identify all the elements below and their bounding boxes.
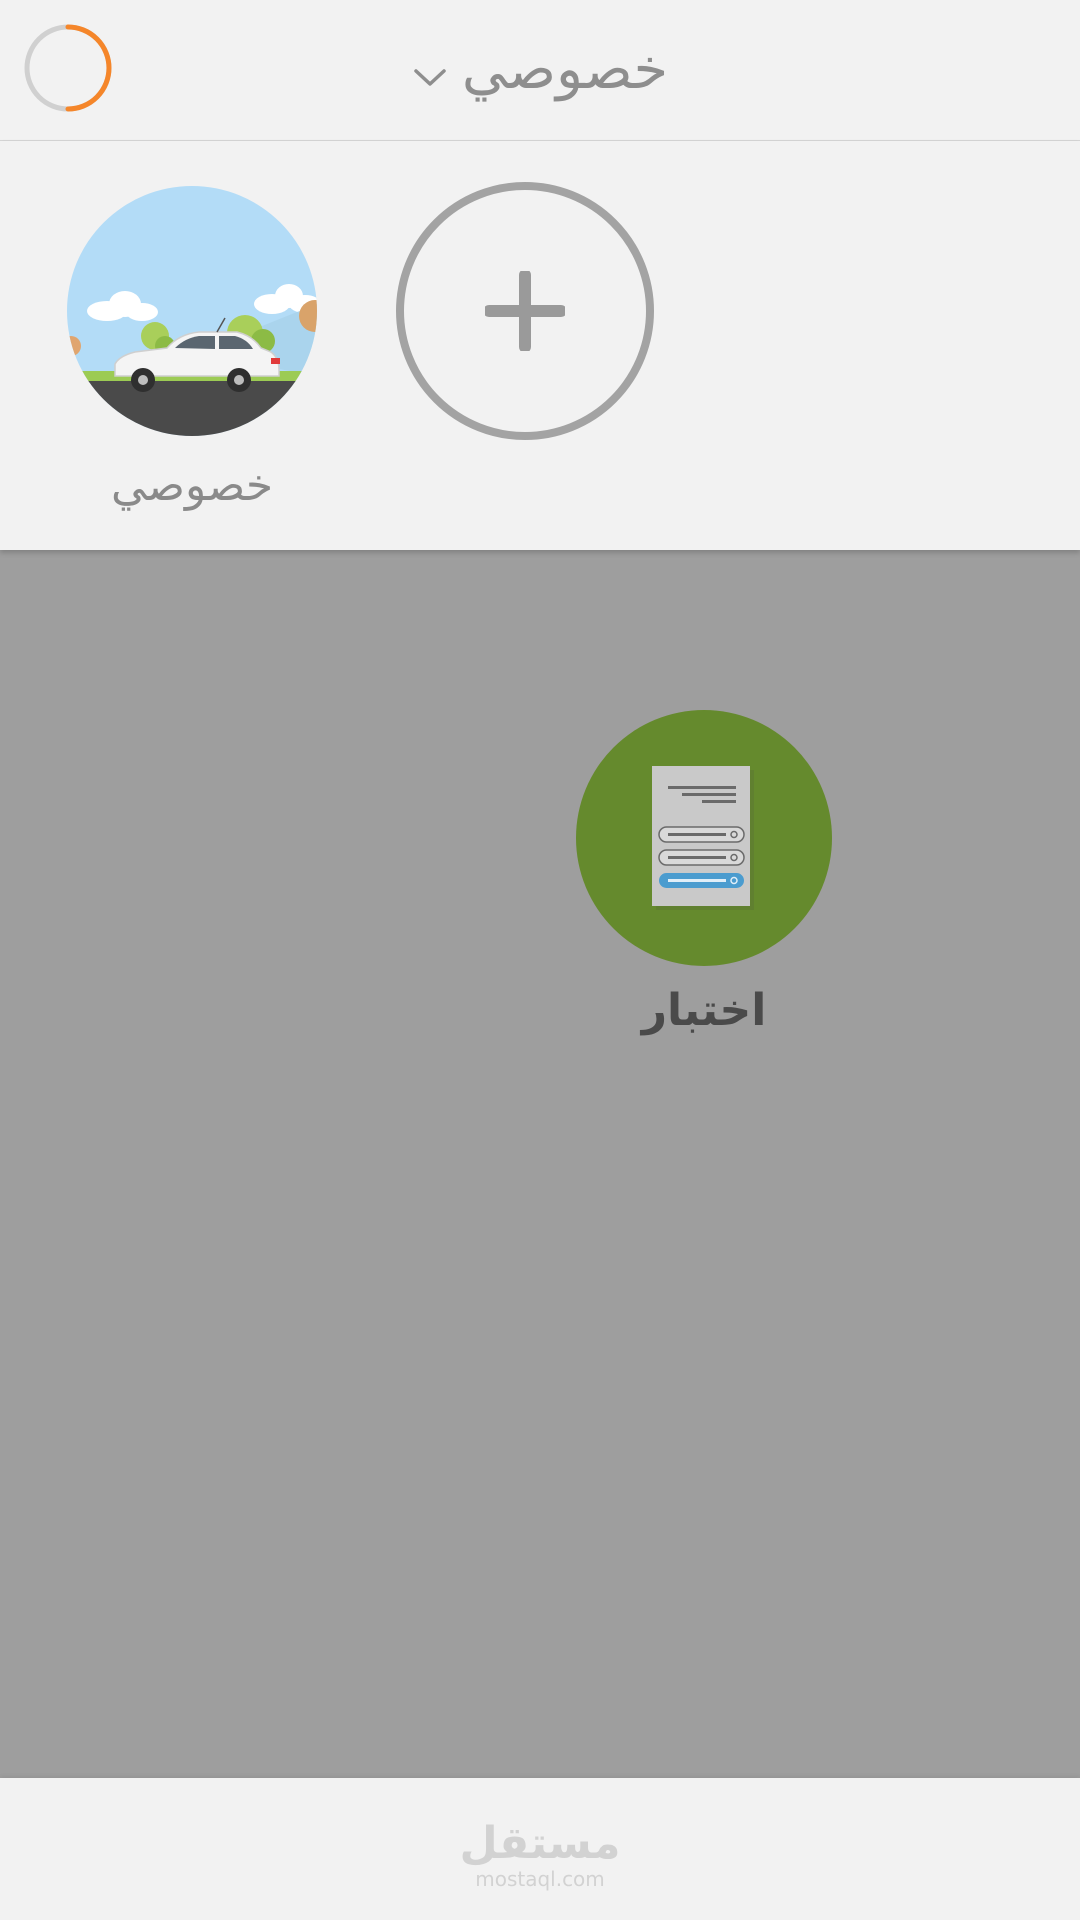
profile-selector[interactable]: خصوصي [0, 30, 1080, 110]
test-tile-label: اختبار [641, 985, 767, 1036]
test-tile[interactable] [576, 710, 832, 966]
watermark: مستقل mostaql.com [0, 1818, 1080, 1891]
footer: مستقل mostaql.com [0, 1778, 1080, 1920]
add-profile-button[interactable] [396, 182, 654, 440]
form-document-icon [652, 766, 754, 910]
plus-icon [485, 271, 565, 351]
app-header: خصوصي [0, 0, 1080, 141]
chevron-down-icon [414, 69, 446, 86]
profile-avatar[interactable] [67, 186, 317, 436]
page-title: خصوصي [461, 37, 669, 102]
car-scene-icon [67, 186, 317, 436]
watermark-url: mostaql.com [475, 1867, 605, 1891]
content-area [0, 550, 1080, 1778]
watermark-arabic: مستقل [459, 1818, 621, 1869]
profile-label: خصوصي [110, 460, 274, 511]
